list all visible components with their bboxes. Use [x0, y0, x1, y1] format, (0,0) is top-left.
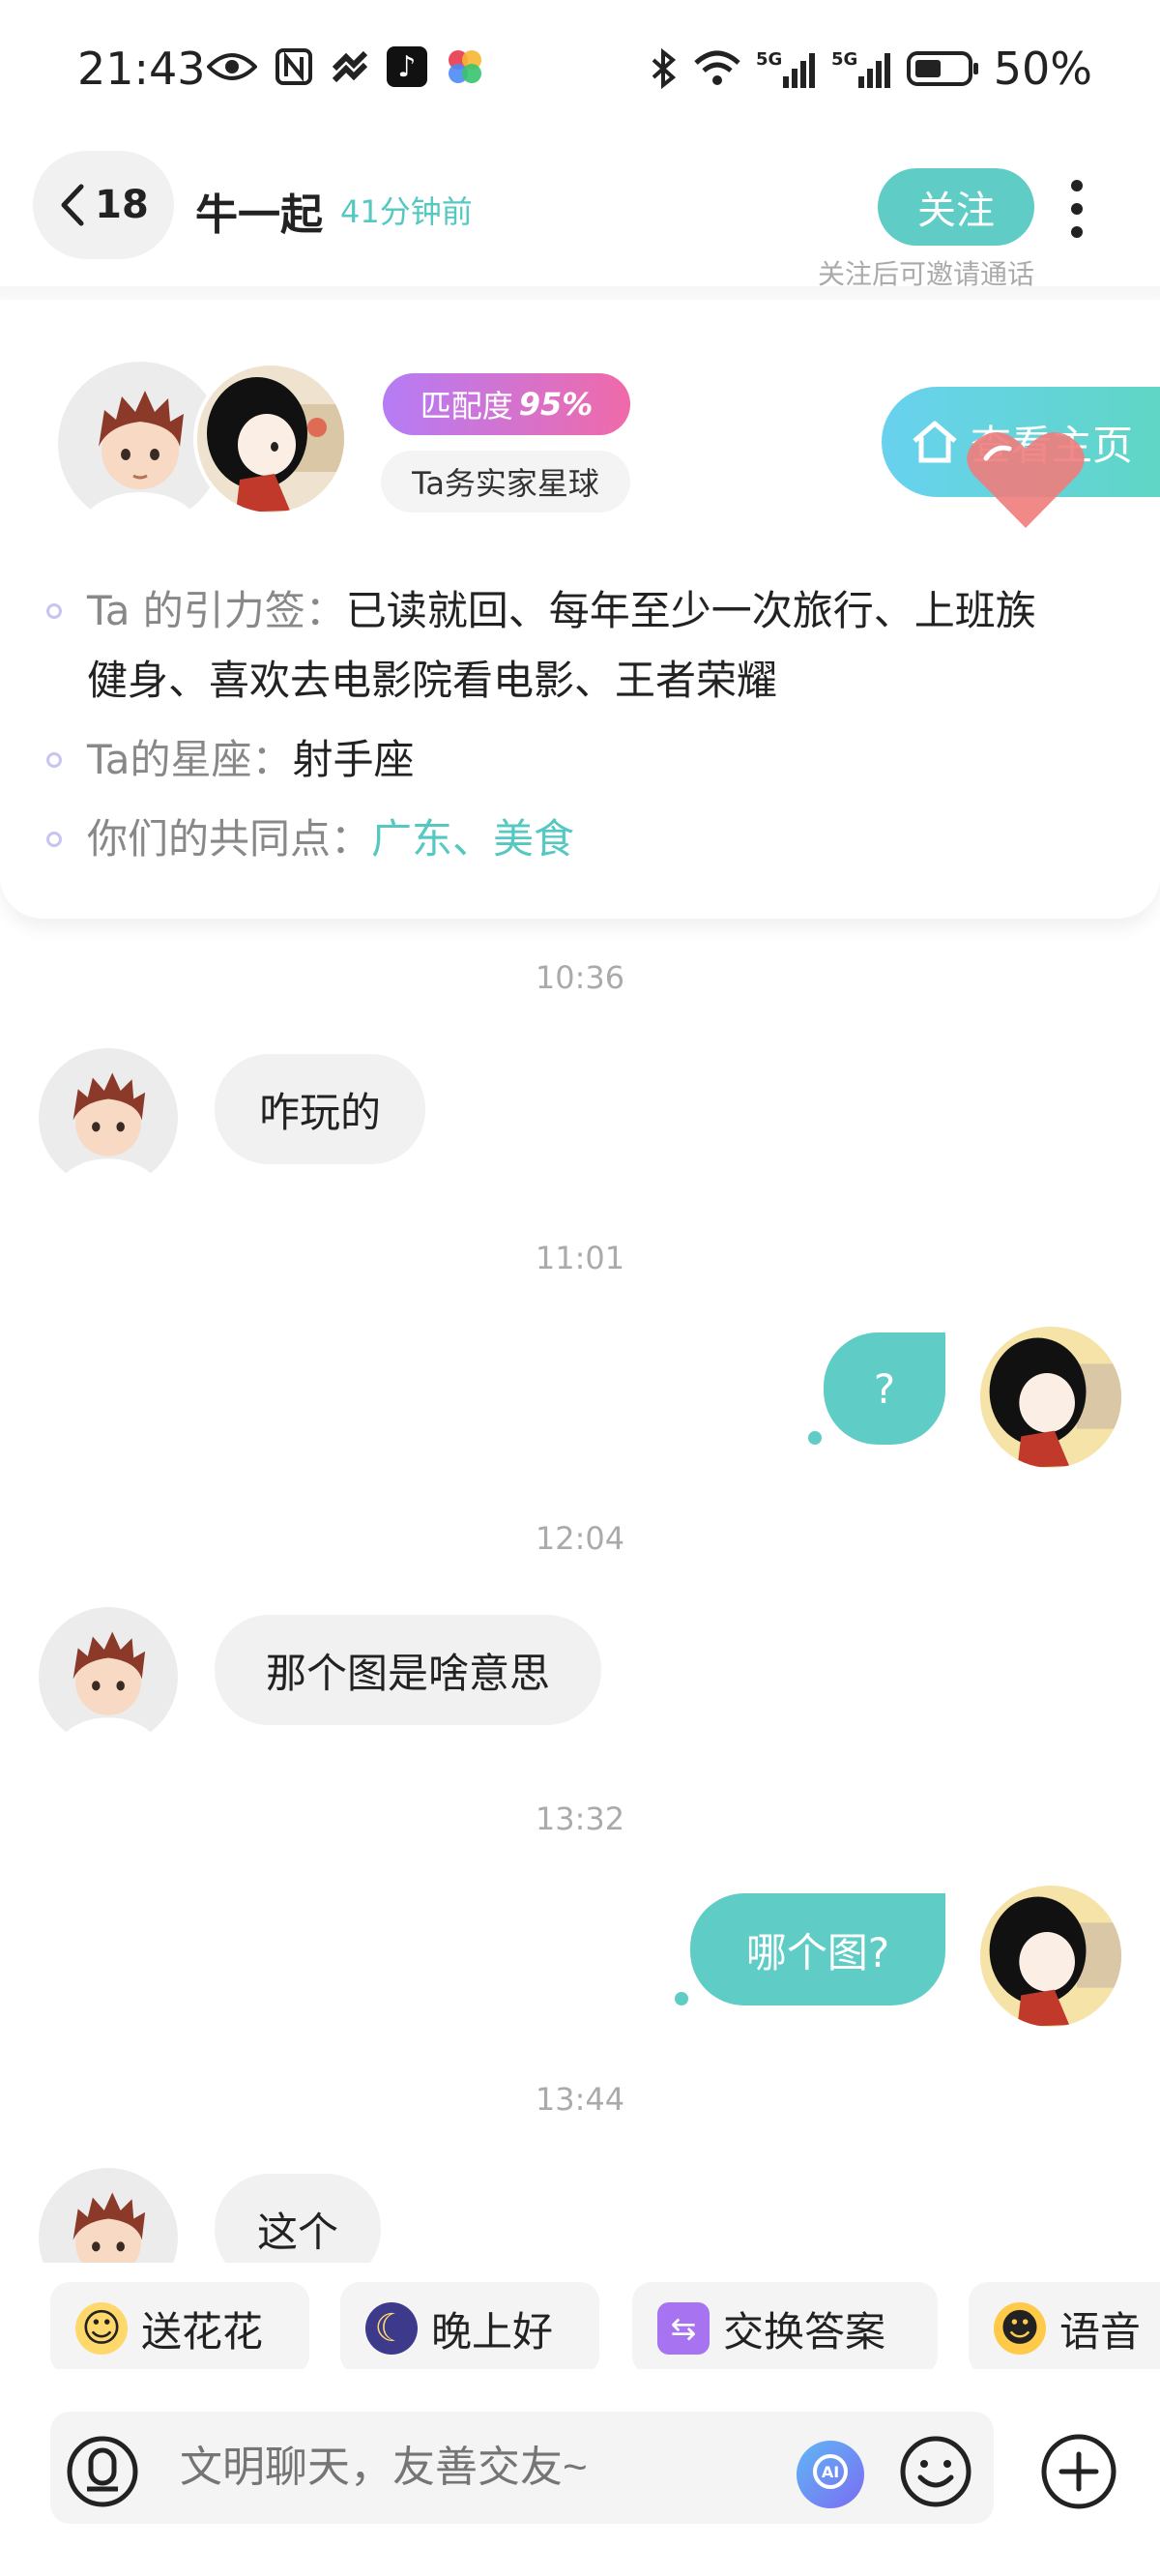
match-badge: 匹配度 95% — [383, 373, 630, 435]
common-value: 广东、美食 — [371, 815, 575, 863]
message-bubble-incoming[interactable]: 咋玩的 — [215, 1054, 425, 1164]
male-avatar-illustration — [72, 2192, 146, 2263]
my-avatar[interactable] — [980, 1886, 1121, 2027]
quick-reply-label: 送花花 — [141, 2307, 264, 2356]
message-bubble-incoming[interactable]: 那个图是啥意思 — [215, 1615, 601, 1725]
svg-text:5G: 5G — [756, 49, 782, 70]
message-timestamp: 13:32 — [535, 1800, 625, 1837]
message-timestamp: 10:36 — [535, 959, 625, 996]
swap-icon: ⇆ — [657, 2302, 710, 2355]
girl-avatar-illustration — [980, 1886, 1121, 2027]
ai-assistant-icon[interactable]: AI — [795, 2439, 866, 2510]
male-avatar-illustration — [57, 1072, 160, 1187]
tiktok-icon: ♪ — [387, 46, 427, 87]
quick-reply-send-flower[interactable]: ☺ 送花花 — [50, 2282, 309, 2369]
5g-signal-icon: 5G — [756, 49, 815, 88]
message-input[interactable] — [180, 2439, 760, 2497]
male-avatar-illustration — [57, 1631, 160, 1746]
match-label: 匹配度 — [420, 388, 513, 424]
girl-avatar-illustration — [197, 366, 344, 512]
more-options-icon[interactable] — [1067, 180, 1087, 238]
partner-avatar[interactable] — [39, 1048, 178, 1187]
zodiac-label: Ta的星座： — [87, 736, 293, 783]
status-left-icons: ♪ — [207, 46, 485, 87]
partner-avatar[interactable] — [39, 1607, 178, 1746]
quick-reply-voice[interactable]: ☻ 语音 — [969, 2282, 1160, 2369]
signal-brand-icon — [332, 50, 368, 83]
svg-text:5G: 5G — [831, 49, 857, 70]
moon-icon: ☾ — [365, 2302, 418, 2355]
nfc-icon — [276, 48, 312, 85]
tags-row: Ta 的引力签：已读就回、每年至少一次旅行、上班族 健身、喜欢去电影院看电影、王… — [46, 576, 1160, 716]
my-avatar-large — [193, 362, 348, 516]
tags-line1: 已读就回、每年至少一次旅行、上班族 — [345, 587, 1036, 634]
5g-signal-icon: 5G — [831, 49, 890, 88]
unread-count: 18 — [95, 183, 149, 227]
message-timestamp: 11:01 — [535, 1240, 625, 1276]
sent-indicator — [675, 1992, 688, 2005]
message-bubble-outgoing[interactable]: ? — [824, 1332, 945, 1445]
bluetooth-icon — [652, 48, 676, 89]
voice-input-icon[interactable] — [64, 2433, 141, 2510]
wifi-icon — [694, 50, 740, 85]
message-timestamp: 12:04 — [535, 1520, 625, 1557]
eye-icon — [207, 53, 257, 80]
quick-reply-exchange-answers[interactable]: ⇆ 交换答案 — [632, 2282, 938, 2369]
status-right: 5G 5G 50% — [650, 43, 1092, 95]
zodiac-value: 射手座 — [292, 736, 415, 783]
message-bubble-outgoing[interactable]: 哪个图? — [690, 1893, 945, 2005]
common-label: 你们的共同点： — [87, 815, 372, 863]
quick-reply-label: 晚上好 — [431, 2307, 554, 2356]
heart-icon — [967, 431, 1085, 528]
back-button[interactable]: 18 — [33, 151, 174, 259]
tags-label: Ta 的引力签： — [87, 587, 346, 634]
quick-reply-label: 语音 — [1059, 2307, 1142, 2356]
battery-icon — [906, 51, 978, 86]
chevron-left-icon — [61, 184, 84, 226]
quick-reply-label: 交换答案 — [723, 2307, 886, 2356]
quick-reply-good-evening[interactable]: ☾ 晚上好 — [340, 2282, 599, 2369]
svg-text:AI: AI — [822, 2463, 839, 2481]
zodiac-row: Ta的星座：射手座 — [46, 725, 414, 795]
status-time: 21:43 — [77, 43, 206, 95]
my-avatar[interactable] — [980, 1327, 1121, 1468]
partial-message-area: 这个 — [0, 2156, 1160, 2263]
colorful-app-icon — [449, 50, 481, 83]
tags-line2: 健身、喜欢去电影院看电影、王者荣耀 — [87, 657, 778, 704]
common-row: 你们的共同点：广东、美食 — [46, 805, 574, 874]
message-bubble-incoming[interactable]: 这个 — [215, 2174, 381, 2263]
home-icon — [913, 421, 957, 463]
smile-face-icon: ☻ — [994, 2302, 1046, 2355]
emoji-icon[interactable] — [897, 2433, 974, 2510]
partner-avatar[interactable] — [39, 2168, 178, 2263]
quick-reply-bar: ☺ 送花花 ☾ 晚上好 ⇆ 交换答案 ☻ 语音 — [0, 2263, 1160, 2369]
girl-avatar-illustration — [980, 1327, 1121, 1468]
message-timestamp: 13:44 — [535, 2081, 625, 2118]
add-icon[interactable] — [1038, 2431, 1119, 2512]
last-seen: 41分钟前 — [340, 193, 473, 230]
follow-button[interactable]: 关注 — [878, 168, 1034, 246]
chat-partner-name[interactable]: 牛一起 — [195, 180, 323, 242]
sent-indicator — [808, 1431, 822, 1445]
match-value: 95% — [518, 386, 594, 423]
flower-face-icon: ☺ — [75, 2302, 128, 2355]
battery-percent: 50% — [993, 43, 1092, 95]
planet-tag: Ta务实家星球 — [381, 451, 630, 512]
